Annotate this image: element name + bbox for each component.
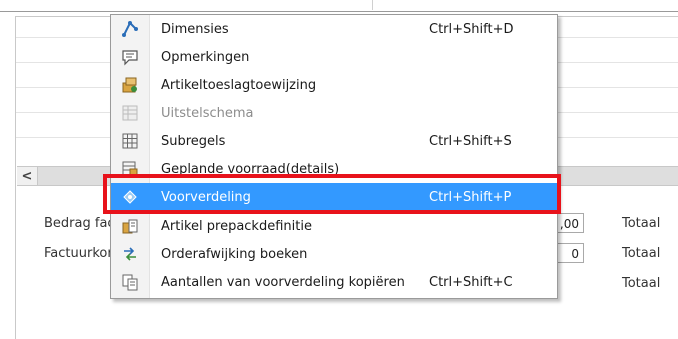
top-column-divider (372, 0, 373, 10)
deferral-schedule-icon (121, 104, 139, 122)
scroll-left-icon: < (21, 168, 33, 184)
factuurkorting-label: Factuurkor (44, 246, 113, 261)
bedrag-label: Bedrag fac (44, 216, 115, 231)
context-menu: Dimensies Ctrl+Shift+D Opmerkingen Artik… (110, 14, 558, 299)
prepack-icon (121, 217, 139, 235)
copy-icon (121, 273, 139, 291)
dimensions-icon (121, 20, 139, 38)
totaal-label-1: Totaal (622, 216, 661, 231)
menu-item-subregels[interactable]: Subregels Ctrl+Shift+S (111, 127, 557, 155)
top-table-strip (0, 0, 678, 12)
menu-item-label: Artikel prepackdefinitie (161, 218, 312, 234)
scroll-left-button[interactable]: < (17, 166, 38, 186)
menu-item-artikeltoeslagtoewijzing[interactable]: Artikeltoeslagtoewijzing (111, 71, 557, 99)
menu-item-uitstelschema[interactable]: Uitstelschema (111, 99, 557, 127)
menu-item-shortcut: Ctrl+Shift+C (429, 274, 513, 290)
menu-item-label: Opmerkingen (161, 49, 250, 65)
menu-item-shortcut: Ctrl+Shift+D (429, 21, 514, 37)
menu-item-artikel-prepackdefinitie[interactable]: Artikel prepackdefinitie (111, 212, 557, 240)
item-charge-icon (121, 76, 139, 94)
menu-item-orderafwijking-boeken[interactable]: Orderafwijking boeken (111, 240, 557, 268)
menu-item-label: Subregels (161, 133, 226, 149)
menu-item-label: Orderafwijking boeken (161, 246, 308, 262)
menu-item-label: Dimensies (161, 21, 229, 37)
order-deviation-icon (121, 245, 139, 263)
menu-item-label: Aantallen van voorverdeling kopiëren (161, 274, 405, 290)
totaal-label-3: Totaal (622, 276, 661, 291)
comment-icon (121, 48, 139, 66)
menu-item-label: Artikeltoeslagtoewijzing (161, 77, 317, 93)
menu-item-label: Uitstelschema (161, 105, 254, 121)
totaal-label-2: Totaal (622, 246, 661, 261)
grid-icon (121, 132, 139, 150)
menu-item-dimensies[interactable]: Dimensies Ctrl+Shift+D (111, 15, 557, 43)
menu-item-shortcut: Ctrl+Shift+S (429, 133, 512, 149)
menu-item-opmerkingen[interactable]: Opmerkingen (111, 43, 557, 71)
annotation-highlight-box (103, 174, 561, 214)
menu-item-aantallen-kopieren[interactable]: Aantallen van voorverdeling kopiëren Ctr… (111, 268, 557, 296)
